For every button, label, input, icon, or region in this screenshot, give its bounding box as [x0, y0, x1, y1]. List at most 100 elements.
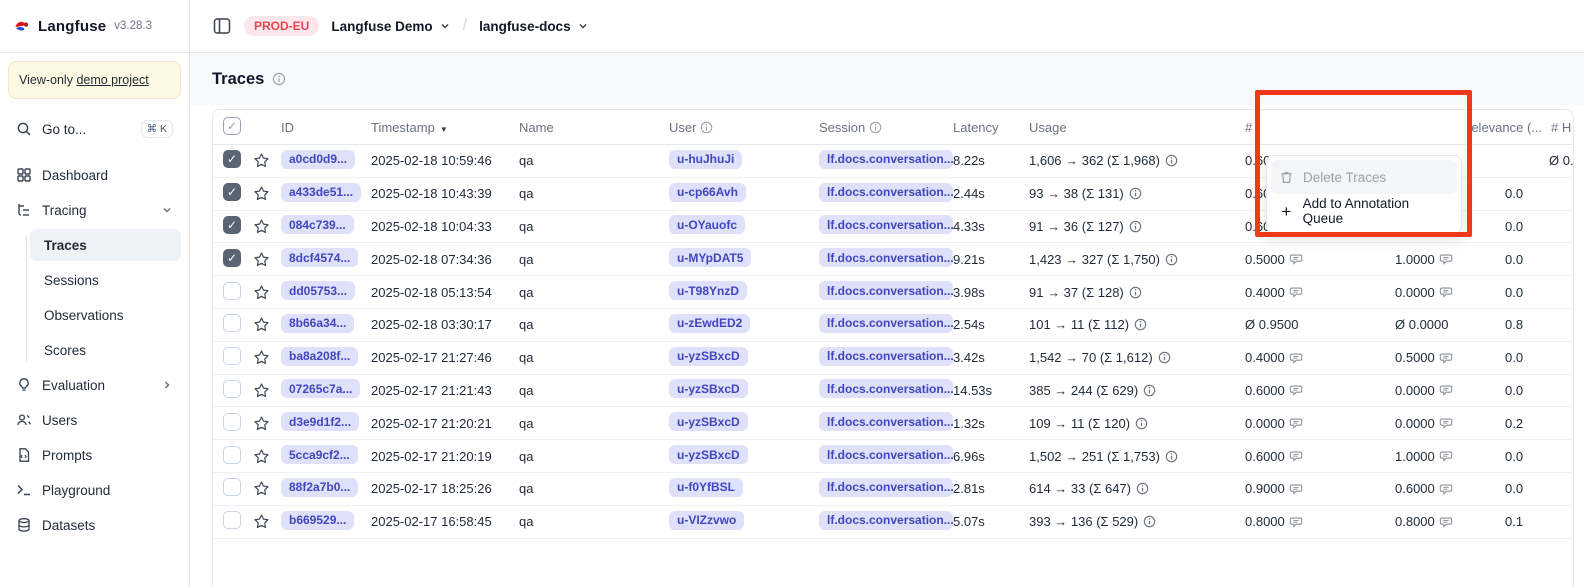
user-badge[interactable]: u-cp66Avh: [669, 183, 746, 202]
bookmark-star-icon[interactable]: [253, 382, 281, 399]
comment-icon[interactable]: [1439, 482, 1453, 496]
comment-icon[interactable]: [1439, 383, 1453, 397]
panel-left-icon[interactable]: [212, 16, 232, 36]
row-checkbox[interactable]: [223, 511, 241, 529]
col-header-latency[interactable]: Latency: [953, 120, 1029, 135]
session-badge[interactable]: lf.docs.conversation...: [819, 347, 953, 366]
table-row[interactable]: ba8a208f... 2025-02-17 21:27:46 qa u-yzS…: [213, 342, 1573, 375]
info-icon[interactable]: [1134, 318, 1147, 331]
bookmark-star-icon[interactable]: [253, 513, 281, 530]
comment-icon[interactable]: [1289, 351, 1303, 365]
table-row[interactable]: 8b66a34... 2025-02-18 03:30:17 qa u-zEwd…: [213, 309, 1573, 342]
user-badge[interactable]: u-yzSBxcD: [669, 379, 748, 398]
table-row[interactable]: 88f2a7b0... 2025-02-17 18:25:26 qa u-f0Y…: [213, 473, 1573, 506]
info-icon[interactable]: [1143, 515, 1156, 528]
table-row[interactable]: b669529... 2025-02-17 16:58:45 qa u-VIZz…: [213, 506, 1573, 539]
trace-id-badge[interactable]: dd05753...: [281, 281, 355, 300]
trace-id-badge[interactable]: 084c739...: [281, 215, 354, 234]
user-badge[interactable]: u-yzSBxcD: [669, 445, 748, 464]
goto-search[interactable]: Go to... ⌘ K: [8, 113, 181, 145]
sidebar-item-prompts[interactable]: Prompts: [8, 439, 181, 471]
trace-id-badge[interactable]: d3e9d1f2...: [281, 412, 359, 431]
col-header-timestamp[interactable]: Timestamp▼: [371, 120, 519, 135]
sidebar-item-tracing[interactable]: Tracing: [8, 194, 181, 226]
comment-icon[interactable]: [1289, 285, 1303, 299]
comment-icon[interactable]: [1439, 515, 1453, 529]
sidebar-item-observations[interactable]: Observations: [30, 299, 181, 331]
comment-icon[interactable]: [1439, 449, 1453, 463]
bookmark-star-icon[interactable]: [253, 448, 281, 465]
table-row[interactable]: d3e9d1f2... 2025-02-17 21:20:21 qa u-yzS…: [213, 407, 1573, 440]
user-badge[interactable]: u-T98YnzD: [669, 281, 747, 300]
project-selector[interactable]: langfuse-docs: [479, 19, 589, 34]
table-row[interactable]: 8dcf4574... 2025-02-18 07:34:36 qa u-MYp…: [213, 243, 1573, 276]
sidebar-item-scores[interactable]: Scores: [30, 334, 181, 366]
row-checkbox[interactable]: [223, 347, 241, 365]
sidebar-item-playground[interactable]: Playground: [8, 474, 181, 506]
select-all-checkbox[interactable]: ✓: [223, 117, 241, 135]
sidebar-item-users[interactable]: Users: [8, 404, 181, 436]
user-badge[interactable]: u-f0YfBSL: [669, 478, 743, 497]
comment-icon[interactable]: [1439, 416, 1453, 430]
bookmark-star-icon[interactable]: [253, 152, 281, 169]
menu-item-add-to-annotation-queue[interactable]: + Add to Annotation Queue: [1271, 194, 1457, 228]
col-header-relevance[interactable]: relevance (...: [1467, 110, 1542, 145]
col-header-user[interactable]: User: [669, 120, 819, 135]
trace-id-badge[interactable]: ba8a208f...: [281, 347, 358, 366]
trace-id-badge[interactable]: 8dcf4574...: [281, 248, 358, 267]
trace-id-badge[interactable]: 88f2a7b0...: [281, 478, 358, 497]
row-checkbox[interactable]: [223, 249, 241, 267]
info-icon[interactable]: [1129, 220, 1142, 233]
table-row[interactable]: 5cca9cf2... 2025-02-17 21:20:19 qa u-yzS…: [213, 440, 1573, 473]
row-checkbox[interactable]: [223, 413, 241, 431]
session-badge[interactable]: lf.docs.conversation...: [819, 379, 953, 398]
session-badge[interactable]: lf.docs.conversation...: [819, 314, 953, 333]
comment-icon[interactable]: [1289, 449, 1303, 463]
row-checkbox[interactable]: [223, 150, 241, 168]
sidebar-item-dashboard[interactable]: Dashboard: [8, 159, 181, 191]
session-badge[interactable]: lf.docs.conversation...: [819, 445, 953, 464]
info-icon[interactable]: [1165, 450, 1178, 463]
bookmark-star-icon[interactable]: [253, 415, 281, 432]
trace-id-badge[interactable]: a0cd0d9...: [281, 150, 355, 169]
sidebar-item-traces[interactable]: Traces: [30, 229, 181, 261]
org-selector[interactable]: Langfuse Demo: [331, 19, 450, 34]
row-checkbox[interactable]: [223, 282, 241, 300]
row-checkbox[interactable]: [223, 446, 241, 464]
user-badge[interactable]: u-OYauofc: [669, 215, 745, 234]
info-icon[interactable]: [272, 72, 286, 86]
col-header-name[interactable]: Name: [519, 120, 669, 135]
sidebar-item-sessions[interactable]: Sessions: [30, 264, 181, 296]
bookmark-star-icon[interactable]: [253, 218, 281, 235]
comment-icon[interactable]: [1439, 252, 1453, 266]
col-header-usage[interactable]: Usage: [1029, 120, 1245, 135]
table-row[interactable]: dd05753... 2025-02-18 05:13:54 qa u-T98Y…: [213, 276, 1573, 309]
trace-id-badge[interactable]: b669529...: [281, 511, 354, 530]
user-badge[interactable]: u-MYpDAT5: [669, 248, 751, 267]
session-badge[interactable]: lf.docs.conversation...: [819, 412, 953, 431]
menu-item-delete-traces[interactable]: Delete Traces: [1271, 160, 1457, 194]
comment-icon[interactable]: [1289, 252, 1303, 266]
bookmark-star-icon[interactable]: [253, 185, 281, 202]
row-checkbox[interactable]: [223, 478, 241, 496]
info-icon[interactable]: [1135, 417, 1148, 430]
row-checkbox[interactable]: [223, 183, 241, 201]
user-badge[interactable]: u-huJhuJi: [669, 150, 742, 169]
comment-icon[interactable]: [1439, 351, 1453, 365]
comment-icon[interactable]: [1289, 416, 1303, 430]
user-badge[interactable]: u-zEwdED2: [669, 314, 750, 333]
info-icon[interactable]: [1129, 286, 1142, 299]
demo-project-link[interactable]: demo project: [76, 73, 148, 87]
trace-id-badge[interactable]: 07265c7a...: [281, 379, 360, 398]
info-icon[interactable]: [1136, 482, 1149, 495]
session-badge[interactable]: lf.docs.conversation...: [819, 478, 953, 497]
info-icon[interactable]: [1165, 154, 1178, 167]
comment-icon[interactable]: [1289, 383, 1303, 397]
info-icon[interactable]: [1158, 351, 1171, 364]
bookmark-star-icon[interactable]: [253, 284, 281, 301]
session-badge[interactable]: lf.docs.conversation...: [819, 215, 953, 234]
session-badge[interactable]: lf.docs.conversation...: [819, 150, 953, 169]
comment-icon[interactable]: [1289, 482, 1303, 496]
sidebar-item-evaluation[interactable]: Evaluation: [8, 369, 181, 401]
row-checkbox[interactable]: [223, 380, 241, 398]
